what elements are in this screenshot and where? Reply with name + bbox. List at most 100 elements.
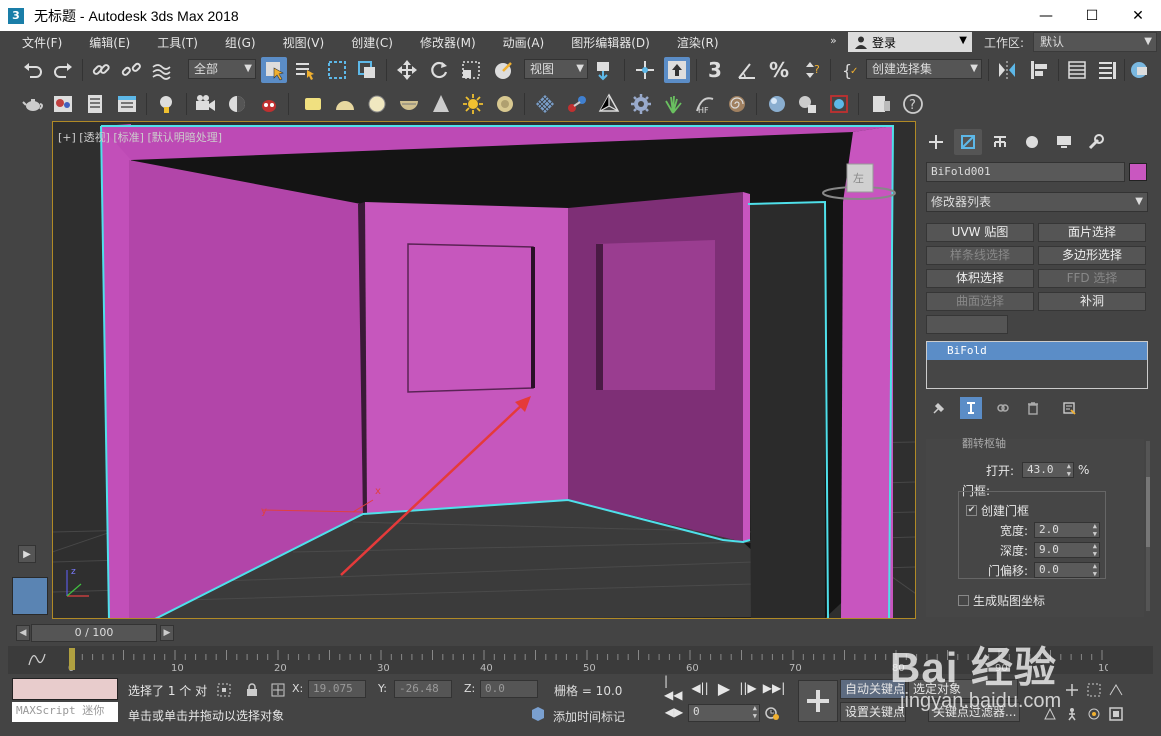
stack-item-bifold[interactable]: BiFold [927,342,1147,360]
time-next-button[interactable]: ▶ [160,625,174,641]
viewport-layout-thumbnail[interactable] [12,577,48,615]
camera-button[interactable] [192,91,218,117]
sun-button[interactable] [460,91,486,117]
sphere-button[interactable] [364,91,390,117]
width-spinner[interactable]: 2.0 ▲ ▼ [1034,522,1100,538]
orbit-button[interactable] [1086,706,1102,722]
preview-button[interactable] [794,91,820,117]
maximize-button[interactable]: ☐ [1069,0,1115,31]
keyboard-shortcut-toggle[interactable] [664,57,690,83]
track-bar[interactable]: 0102030405060708090100 [8,646,1153,674]
sphere2-button[interactable] [764,91,790,117]
time-slider[interactable]: ◀ 0 / 100 ▶ [8,622,1153,644]
material-editor-button[interactable] [50,91,76,117]
previous-frame-button[interactable]: ◀|| [690,678,710,698]
params-scrollbar[interactable] [1146,441,1150,611]
show-end-result-button[interactable] [960,397,982,419]
bind-spacewarp-button[interactable] [148,57,174,83]
gear-primitive-button[interactable] [628,91,654,117]
modifier-ffd-select-button[interactable]: FFD 选择 [1038,269,1146,288]
go-to-end-button[interactable]: ▶▶| [763,678,786,698]
menu-file[interactable]: 文件(F) [8,34,75,51]
tool-panel-button[interactable] [868,91,894,117]
object-name-field[interactable]: BiFold001 [926,162,1125,182]
gen-mapping-checkbox[interactable] [958,594,969,606]
create-frame-checkbox[interactable]: ✔ [966,504,977,516]
pin-stack-button[interactable] [928,397,950,419]
time-tag-button[interactable] [530,706,546,722]
set-key-big-button[interactable] [798,680,838,722]
expand-button[interactable]: ▶ [18,545,36,563]
absolute-mode-button[interactable] [270,682,286,698]
modifier-cap-holes-button[interactable]: 补洞 [1038,292,1146,311]
selection-lock-button[interactable] [244,682,260,698]
link-button[interactable] [88,57,114,83]
toggle-ribbon-button[interactable] [1126,57,1152,83]
current-time-marker[interactable] [69,648,75,670]
rotate-button[interactable] [426,57,452,83]
viewport-label[interactable]: [+] [透视] [标准] [默认明暗处理] [58,129,222,145]
spiral-button[interactable] [724,91,750,117]
auto-key-button[interactable]: 自动关键点 [840,679,906,699]
cone-button[interactable] [428,91,454,117]
maximize-viewport-button[interactable] [1108,706,1124,722]
zoom-region-button[interactable] [1086,682,1102,698]
molecule-button[interactable] [564,91,590,117]
modifier-vol-select-button[interactable]: 体积选择 [926,269,1034,288]
named-selection-dropdown[interactable]: 创建选择集 ▼ [866,59,982,79]
spinner-arrows-icon[interactable]: ▲ ▼ [753,704,757,720]
mini-listener-color[interactable] [12,678,118,700]
angle-snap-toggle[interactable] [734,57,760,83]
tab-modify[interactable] [954,129,982,155]
rect-selection-button[interactable] [324,57,350,83]
zoom-extents-button[interactable] [1042,706,1058,722]
spinner-arrows-icon[interactable]: ▲ ▼ [1093,562,1097,578]
render-region-button[interactable] [826,91,852,117]
selected-object-dropdown[interactable]: 选定对象 [908,679,1018,699]
scene-explorer-button[interactable] [1064,57,1090,83]
select-by-name-button[interactable] [292,57,318,83]
mirror-button[interactable] [994,57,1020,83]
y-coordinate-field[interactable]: -26.48 [394,680,452,698]
rendered-frame-button[interactable] [114,91,140,117]
tab-create[interactable] [922,129,950,155]
grid-object-button[interactable] [532,91,558,117]
modifier-empty-button[interactable] [926,315,1008,334]
remove-modifier-button[interactable] [1022,397,1044,419]
edit-named-selection-button[interactable]: {✓ [838,57,864,83]
bowl-button[interactable] [396,91,422,117]
help-button[interactable]: ? [900,91,926,117]
spinner-arrows-icon[interactable]: ▲ ▼ [1093,542,1097,558]
menu-edit[interactable]: 编辑(E) [75,34,143,51]
curve-editor-icon[interactable] [28,652,46,666]
render-setup-button[interactable] [82,91,108,117]
pivot-center-button[interactable] [592,57,618,83]
modifier-poly-select-button[interactable]: 多边形选择 [1038,246,1146,265]
time-slider-thumb[interactable]: 0 / 100 [31,624,157,642]
login-dropdown[interactable]: 登录 ▼ [848,32,972,52]
go-to-start-button[interactable]: |◀◀ [664,674,684,702]
next-frame-button[interactable]: ||▶ [738,678,758,698]
depth-spinner[interactable]: 9.0 ▲ ▼ [1034,542,1100,558]
spinner-arrows-icon[interactable]: ▲ ▼ [1067,462,1071,478]
play-button[interactable]: ▶ [714,678,734,698]
foliage-button[interactable] [660,91,686,117]
spinner-arrows-icon[interactable]: ▲ ▼ [1093,522,1097,538]
menu-create[interactable]: 创建(C) [337,34,406,51]
menu-modifiers[interactable]: 修改器(M) [406,34,489,51]
field-of-view-button[interactable] [1108,682,1124,698]
set-key-button[interactable]: 设置关键点 [840,702,906,722]
walk-through-button[interactable] [1064,706,1080,722]
menu-graph-editors[interactable]: 图形编辑器(D) [557,34,663,51]
placement-button[interactable] [490,57,516,83]
ref-coord-dropdown[interactable]: 视图 ▼ [524,59,588,79]
menu-views[interactable]: 视图(V) [269,34,338,51]
selection-filter-dropdown[interactable]: 全部 ▼ [188,59,256,79]
close-button[interactable]: ✕ [1115,0,1161,31]
menu-tools[interactable]: 工具(T) [143,34,211,51]
maxscript-mini-listener[interactable]: MAXScript 迷你 [12,702,118,722]
key-filters-button[interactable]: 关键点过滤器... [928,702,1020,722]
scale-button[interactable] [458,57,484,83]
object-color-swatch[interactable] [1129,163,1147,181]
move-button[interactable] [394,57,420,83]
